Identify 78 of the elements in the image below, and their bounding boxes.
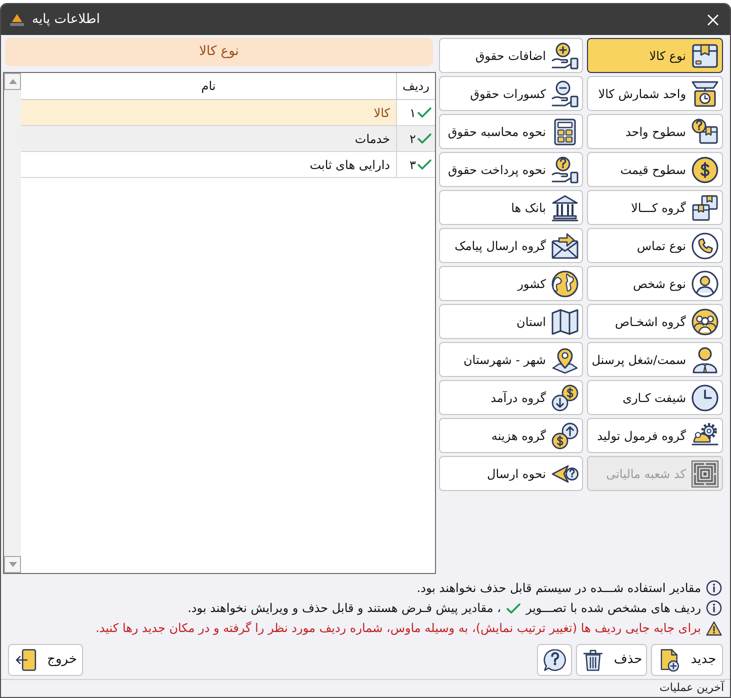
table-row[interactable]: ۱ کالا	[21, 100, 435, 126]
category-button[interactable]: نوع کالا	[587, 38, 723, 73]
help-button[interactable]	[537, 644, 572, 676]
section-header: نوع کالا	[5, 38, 433, 66]
note-text: ردیف های مشخص شده با تصـــویر	[526, 600, 701, 617]
envelope-arrow-icon	[551, 232, 579, 260]
map-pin-icon	[551, 346, 579, 374]
logo-icon	[9, 12, 25, 26]
scale-icon	[691, 80, 719, 108]
category-button[interactable]: سطوح قیمت	[587, 152, 723, 187]
category-button[interactable]: واحد شمارش کالا	[587, 76, 723, 111]
scroll-down-button[interactable]	[4, 556, 21, 573]
category-button[interactable]: گروه درآمد	[439, 380, 583, 415]
boxes-icon	[691, 194, 719, 222]
category-button[interactable]: نحوه محاسبه حقوق	[439, 114, 583, 149]
category-button[interactable]: گروه فرمول تولید	[587, 418, 723, 453]
caret-up-icon	[8, 79, 16, 84]
person-icon	[691, 270, 719, 298]
employee-icon	[691, 346, 719, 374]
category-button[interactable]: شیفت کـاری	[587, 380, 723, 415]
row-number: ۱	[410, 104, 416, 122]
phone-icon	[691, 232, 719, 260]
hand-plus-icon	[551, 42, 579, 70]
caret-down-icon	[8, 562, 16, 567]
table-cell: کالا	[21, 100, 396, 125]
category-button[interactable]: کسورات حقوق	[439, 76, 583, 111]
note-text: برای جابه جایی ردیف ها (تغییر ترتیب نمایش)، به وسیله ماوس، شماره ردیف مورد نظر را گرفته و در مکان جدید رها کنید.	[96, 620, 701, 637]
dollar-coin-icon	[691, 156, 719, 184]
map-icon	[551, 308, 579, 336]
category-button[interactable]: گروه اشخـاص	[587, 304, 723, 339]
category-button[interactable]: شهر - شهرستان	[439, 342, 583, 377]
category-button[interactable]: نوع شخص	[587, 266, 723, 301]
bank-icon	[551, 194, 579, 222]
row-number: ۲	[410, 130, 416, 148]
square-pattern-icon	[691, 460, 719, 488]
row-number: ۳	[410, 156, 416, 174]
column-header: نام	[200, 78, 217, 95]
category-button[interactable]: سطوح واحد	[587, 114, 723, 149]
help-icon	[542, 648, 566, 672]
scroll-up-button[interactable]	[4, 73, 21, 90]
coin-down-arrow-icon	[551, 384, 579, 412]
hand-minus-icon	[551, 80, 579, 108]
check-icon	[506, 602, 521, 614]
category-button[interactable]: کشور	[439, 266, 583, 301]
table-cell-text: خدمات	[354, 130, 391, 148]
category-button[interactable]: گروه ارسال پیامک	[439, 228, 583, 263]
box-icon	[691, 42, 719, 70]
note-text: مقادیر استفاده شـــده در سیستم قابل حذف نخواهند بود.	[416, 580, 701, 597]
table-cell-text: دارایی های ثابت	[308, 156, 391, 174]
hand-question-icon	[551, 156, 579, 184]
category-button[interactable]: سمت/شغل پرسنل	[587, 342, 723, 377]
new-button[interactable]: جدید	[651, 644, 723, 676]
close-icon	[707, 14, 719, 26]
trash-icon	[580, 648, 605, 672]
info-icon	[706, 600, 722, 616]
exit-icon	[14, 648, 38, 672]
note-text: ، مقادیر پیش فـرض هستند و قابل حذف و ویرایش نخواهند بود.	[188, 600, 501, 617]
exit-button[interactable]: خروج	[8, 644, 83, 676]
people-icon	[691, 308, 719, 336]
column-header: ردیف	[396, 73, 435, 99]
info-icon	[706, 580, 722, 596]
warning-icon	[706, 620, 722, 636]
category-button[interactable]: گروه هزینه	[439, 418, 583, 453]
category-button[interactable]: بانک ها	[439, 190, 583, 225]
category-button[interactable]: گروه کـــالا	[587, 190, 723, 225]
clock-icon	[691, 384, 719, 412]
table-row[interactable]: ۳ دارایی های ثابت	[21, 152, 435, 178]
globe-icon	[551, 270, 579, 298]
table-row[interactable]: ۲ خدمات	[21, 126, 435, 152]
category-button[interactable]: نوع تماس	[587, 228, 723, 263]
status-bar: آخرین عملیات	[1, 679, 730, 697]
category-button[interactable]: نحوه ارسال	[439, 456, 583, 491]
window-title: اطلاعات پایه	[32, 13, 100, 26]
category-button[interactable]: استان	[439, 304, 583, 339]
box-question-icon	[691, 118, 719, 146]
coin-up-arrow-icon	[551, 422, 579, 450]
delete-button[interactable]: حذف	[576, 644, 647, 676]
category-button[interactable]: نحوه پرداخت حقوق	[439, 152, 583, 187]
